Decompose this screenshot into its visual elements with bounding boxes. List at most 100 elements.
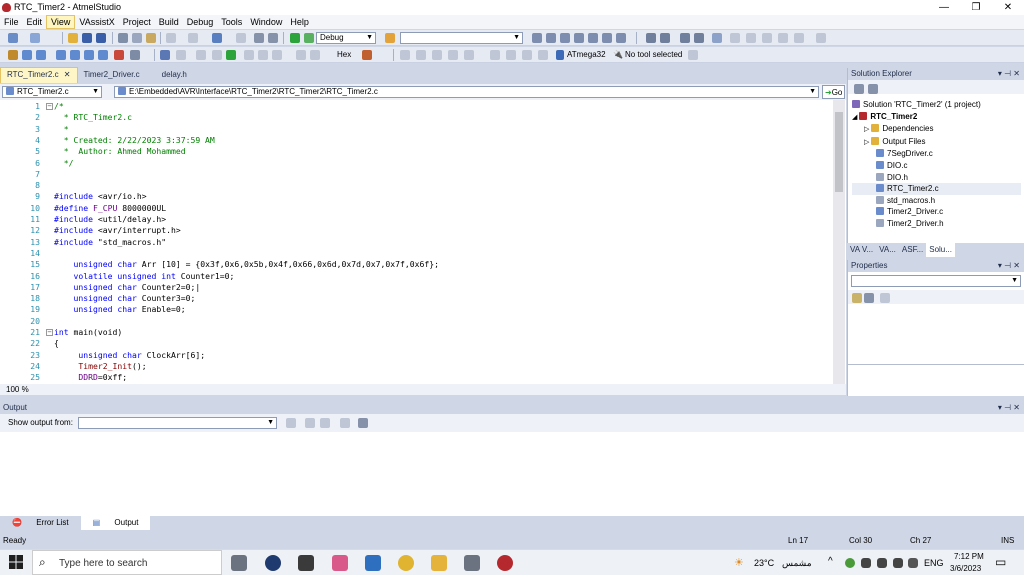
uncomment-icon[interactable] (660, 33, 670, 43)
find-in-files-icon[interactable] (532, 33, 542, 43)
atmel-studio-taskbar-icon[interactable] (497, 555, 513, 571)
save-icon[interactable] (82, 33, 92, 43)
disassembly-icon[interactable] (432, 50, 442, 60)
restart-icon[interactable] (196, 50, 206, 60)
tree-item-project[interactable]: ◢ RTC_Timer2 (852, 111, 981, 124)
extensions-icon[interactable] (616, 33, 626, 43)
code-line[interactable]: * Created: 2/22/2023 3:37:59 AM (54, 135, 215, 146)
scope-select[interactable]: RTC_Timer2.c ▼ (2, 86, 102, 98)
code-line[interactable]: int main(void) (54, 327, 122, 338)
code-line[interactable]: #include "std_macros.h" (54, 237, 166, 248)
find-icon[interactable] (268, 33, 278, 43)
stop-icon[interactable] (176, 50, 186, 60)
show-all-files-icon[interactable] (868, 84, 878, 94)
code-line[interactable]: * Author: Ahmed Mohammed (54, 146, 186, 157)
step-over-icon[interactable] (258, 50, 268, 60)
device-icon[interactable] (556, 50, 564, 60)
pause-icon[interactable] (160, 50, 170, 60)
add-item-icon[interactable] (30, 33, 40, 43)
code-line[interactable]: * RTC_Timer2.c (54, 112, 132, 123)
solution-config-icon[interactable] (254, 33, 264, 43)
code-line[interactable]: unsigned char ClockArr[6]; (54, 350, 205, 361)
task-view-icon[interactable] (231, 555, 247, 571)
autos-icon[interactable] (506, 50, 516, 60)
close-tab-icon[interactable]: ✕ (64, 70, 71, 79)
panel-pin-close-icon[interactable]: ▾ ⊣ ✕ (998, 402, 1020, 414)
code-line[interactable]: volatile unsigned int Counter1=0; (54, 271, 235, 282)
tree-item-timer2-driver-c[interactable]: Timer2_Driver.c (852, 206, 981, 218)
tree-item-dio-h[interactable]: DIO.h (852, 172, 981, 184)
panel-pin-close-icon[interactable]: ▾ ⊣ ✕ (998, 68, 1020, 80)
minimize-button[interactable]: — (928, 0, 960, 15)
remove-icon[interactable] (114, 50, 124, 60)
word-wrap-icon[interactable] (358, 418, 368, 428)
toolbar-options-icon[interactable] (688, 50, 698, 60)
new-project-icon[interactable] (8, 33, 18, 43)
chevron-up-icon[interactable]: ^ (828, 556, 833, 567)
tab-va-view[interactable]: VA V... (847, 243, 876, 257)
code-line[interactable]: { (54, 338, 59, 349)
taskbar-search-box[interactable]: ⌕ Type here to search (32, 550, 222, 575)
next-bookmark-folder-icon[interactable] (778, 33, 788, 43)
code-line[interactable]: unsigned char Arr [10] = {0x3f,0x6,0x5b,… (54, 259, 439, 270)
tab-delay-h[interactable]: delay.h (156, 67, 193, 83)
speaker-icon[interactable] (893, 558, 903, 568)
menu-vassistx[interactable]: VAssistX (75, 15, 118, 29)
tree-item-7segdriver-c[interactable]: 7SegDriver.c (852, 148, 981, 160)
display-icon[interactable] (98, 50, 108, 60)
properties-icon[interactable] (574, 33, 584, 43)
find-message-icon[interactable] (286, 418, 296, 428)
clear-all-icon[interactable] (340, 418, 350, 428)
categorized-icon[interactable] (852, 293, 862, 303)
code-line[interactable]: */ (54, 158, 74, 169)
breakpoint-icon[interactable] (310, 50, 320, 60)
navigate-backward-icon[interactable] (212, 33, 222, 43)
locals-icon[interactable] (490, 50, 500, 60)
clear-bookmarks-icon[interactable] (794, 33, 804, 43)
go-button[interactable]: ➜Go (822, 85, 846, 99)
continue-icon[interactable] (226, 50, 236, 60)
output-source-select[interactable]: ▼ (78, 417, 277, 429)
keyboard-icon[interactable] (908, 558, 918, 568)
code-line[interactable]: DDRD=0xff; (54, 372, 127, 383)
step-icon[interactable] (212, 50, 222, 60)
menu-debug[interactable]: Debug (183, 15, 218, 29)
tab-error-list[interactable]: ⛔ Error List (0, 516, 81, 530)
zoom-level[interactable]: 100 % (6, 385, 29, 394)
tab-timer2-driver-c[interactable]: Timer2_Driver.c (78, 67, 146, 83)
hex-button[interactable]: Hex (337, 49, 351, 61)
menu-tools[interactable]: Tools (217, 15, 246, 29)
tool-button[interactable]: No tool selected (625, 49, 682, 61)
navigate-forward-icon[interactable] (236, 33, 246, 43)
step-out-icon[interactable] (272, 50, 282, 60)
code-line[interactable]: unsigned char Counter3=0; (54, 293, 196, 304)
object-browser-icon[interactable] (588, 33, 598, 43)
call-stack-icon[interactable] (522, 50, 532, 60)
cut-icon[interactable] (118, 33, 128, 43)
io-view-icon[interactable] (448, 50, 458, 60)
tray-app-icon[interactable] (845, 558, 855, 568)
toolbox-icon[interactable] (546, 33, 556, 43)
menu-file[interactable]: File (0, 15, 23, 29)
property-pages-icon[interactable] (880, 293, 890, 303)
device-programming-icon[interactable] (8, 50, 18, 60)
paste-icon[interactable] (146, 33, 156, 43)
code-line[interactable]: /* (54, 101, 64, 112)
run-to-cursor-icon[interactable] (296, 50, 306, 60)
tree-item-timer2-driver-h[interactable]: Timer2_Driver.h (852, 218, 981, 230)
menu-window[interactable]: Window (246, 15, 286, 29)
processor-status-icon[interactable] (538, 50, 548, 60)
windows-start-icon[interactable] (8, 554, 24, 570)
step-into-icon[interactable] (244, 50, 254, 60)
settings-icon[interactable] (464, 555, 480, 571)
next-bookmark-icon[interactable] (746, 33, 756, 43)
rebuild-icon[interactable] (36, 50, 46, 60)
tree-item-dio-c[interactable]: DIO.c (852, 160, 981, 172)
indent-icon[interactable] (680, 33, 690, 43)
start-debugging-icon[interactable] (290, 33, 300, 43)
weather-text[interactable]: مشمس (782, 558, 812, 569)
weather-temp[interactable]: 23°C (754, 558, 774, 568)
mail-icon[interactable] (365, 555, 381, 571)
tab-rtc-timer2-c[interactable]: RTC_Timer2.c ✕ (0, 67, 78, 83)
redo-icon[interactable] (188, 33, 198, 43)
